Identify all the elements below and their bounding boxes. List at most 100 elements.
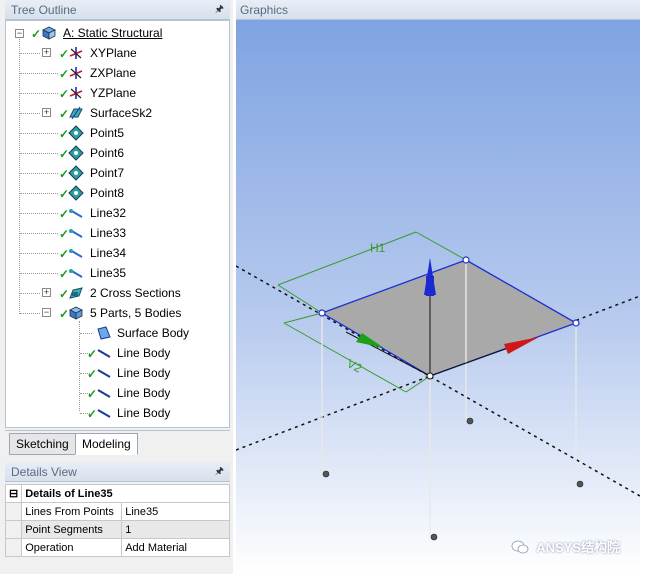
details-value[interactable]: Add Material [121,538,230,557]
tree-item-line34[interactable]: ✓ Line34 [6,243,226,263]
dimension-h1-label: H1 [370,241,386,255]
tree-connector [20,213,58,214]
tree-item-surface-body[interactable]: Surface Body [6,323,226,343]
details-value[interactable]: Line35 [121,502,230,521]
collapse-icon[interactable]: ⊟ [4,484,23,503]
surface-body[interactable] [320,259,578,377]
tree-item-label: Line Body [117,406,171,420]
expand-icon[interactable]: + [42,288,51,297]
tree-connector [20,73,58,74]
tree-item-xyplane[interactable]: + ✓ XYPlane [6,43,226,63]
pin-icon[interactable]: 🖈 [215,0,224,20]
details-header: Details of Line35 [21,484,230,503]
tree-outline-title: Tree Outline [11,3,77,17]
point-icon [68,165,84,181]
tree-item-label: Line32 [90,206,127,220]
tree-item-line-body[interactable]: ✓ Line Body [6,383,226,403]
graphics-title: Graphics [240,3,289,17]
graphics-viewport[interactable]: H1 V2 ANSYS结构院 [236,20,640,574]
graphics-titlebar: Graphics [236,0,640,20]
line-body-icon [97,349,111,358]
expand-icon[interactable]: + [42,48,51,57]
line-icon [69,269,83,278]
tree-item-parts-bodies[interactable]: − ✓ 5 Parts, 5 Bodies [6,303,226,323]
tree-outline: − ✓ A: Static Structural + ✓ XYPlane ✓ Z… [5,20,230,428]
tree-item-line32[interactable]: ✓ Line32 [6,203,226,223]
tab-sketching[interactable]: Sketching [9,433,76,455]
line-body-icon [97,369,111,378]
static-structural-icon [42,26,56,40]
tree-item-label: Line33 [90,226,127,240]
pin-icon[interactable]: 🖈 [215,462,224,482]
tree-item-label: YZPlane [90,86,137,100]
details-key: Point Segments [21,520,123,539]
surface-sketch-icon [69,106,83,120]
tree-item-point6[interactable]: ✓ Point6 [6,143,226,163]
details-view-title: Details View [11,465,77,479]
tree-connector [80,333,92,334]
tree-item-label: Line Body [117,366,171,380]
details-table: ⊟ Details of Line35 Lines From Points Li… [4,484,230,557]
tree-connector [20,293,40,294]
tree-item-label: XYPlane [90,46,137,60]
details-row[interactable]: Lines From Points Line35 [4,502,230,521]
tree-connector [20,273,58,274]
tree-item-label: ZXPlane [90,66,137,80]
tree-outline-titlebar: Tree Outline 🖈 [5,0,230,20]
parts-icon [69,306,83,320]
line-body-endpoints [322,417,584,541]
tree-item-line35[interactable]: ✓ Line35 [6,263,226,283]
tree-connector [20,233,58,234]
tree-item-label: Surface Body [117,326,190,340]
tree-connector [20,113,40,114]
details-view-titlebar: Details View 🖈 [5,462,230,482]
tree-item-label: Point8 [90,186,125,200]
line-icon [69,249,83,258]
tree-item-point7[interactable]: ✓ Point7 [6,163,226,183]
plane-axes-icon [69,47,83,59]
collapse-icon[interactable]: − [15,29,24,38]
tree-item-yzplane[interactable]: ✓ YZPlane [6,83,226,103]
origin-icon [426,372,434,380]
details-row[interactable]: Point Segments 1 [4,520,230,539]
tree-item-surfacesk2[interactable]: + ✓ SurfaceSk2 [6,103,226,123]
details-row[interactable]: Operation Add Material [4,538,230,557]
left-panel: Tree Outline 🖈 − ✓ A: Static Structural … [0,0,233,574]
line-icon [69,229,83,238]
tree-item-line33[interactable]: ✓ Line33 [6,223,226,243]
tree-item-label: Line Body [117,346,171,360]
tree-connector [20,153,58,154]
tree-root[interactable]: − ✓ A: Static Structural [6,23,226,43]
tree-connector [20,253,58,254]
collapse-icon[interactable]: − [42,308,51,317]
tree-connector [20,93,58,94]
tree-root-label: A: Static Structural [63,26,163,40]
point-icon [68,185,84,201]
cross-section-icon [69,287,83,299]
surface-body-icon [97,326,111,340]
model-canvas[interactable]: H1 V2 [236,20,640,574]
details-key: Operation [21,538,123,557]
tree-connector [20,173,58,174]
line-body-icon [97,389,111,398]
tree-connector [20,53,40,54]
tree-item-point5[interactable]: ✓ Point5 [6,123,226,143]
tree-item-label: 2 Cross Sections [90,286,181,300]
tree-item-line-body[interactable]: ✓ Line Body [6,343,226,363]
tree-item-label: Point7 [90,166,125,180]
tab-modeling[interactable]: Modeling [75,433,138,455]
tree-item-label: Point6 [90,146,125,160]
tree-item-point8[interactable]: ✓ Point8 [6,183,226,203]
wechat-icon [511,540,529,554]
tree-item-line-body[interactable]: ✓ Line Body [6,363,226,383]
expand-icon[interactable]: + [42,108,51,117]
tree-item-label: Line35 [90,266,127,280]
tree-item-line-body[interactable]: ✓ Line Body [6,403,226,423]
details-value[interactable]: 1 [121,520,230,539]
tree-item-zxplane[interactable]: ✓ ZXPlane [6,63,226,83]
tree-item-cross-sections[interactable]: + ✓ 2 Cross Sections [6,283,226,303]
tree-item-label: Line Body [117,386,171,400]
line-icon [69,209,83,218]
watermark: ANSYS结构院 [511,537,620,556]
point-icon [68,145,84,161]
